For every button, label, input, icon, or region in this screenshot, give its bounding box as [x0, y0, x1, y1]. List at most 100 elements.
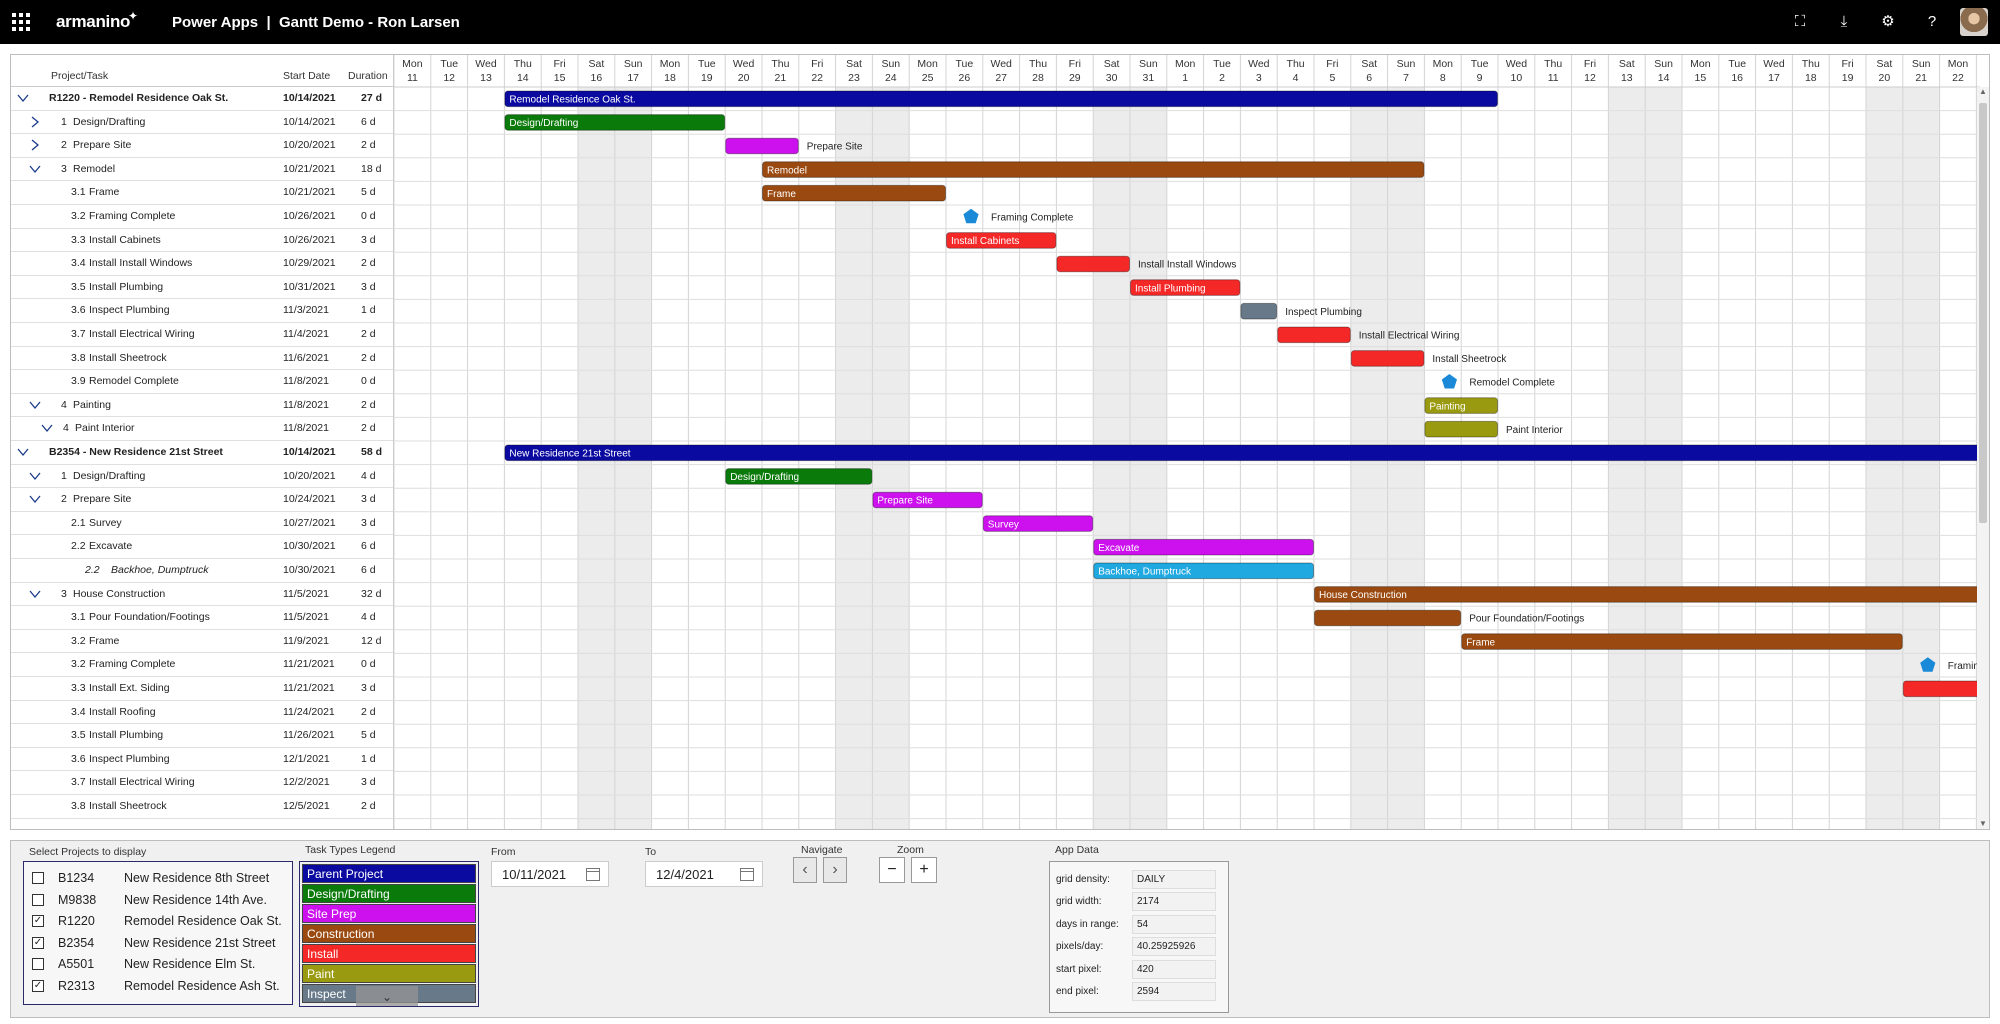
task-row[interactable]: 3.2 Framing Complete 11/21/2021 0 d — [11, 653, 393, 677]
task-number: 1 — [61, 115, 67, 128]
task-row[interactable]: 2.2 Excavate 10/30/2021 6 d — [11, 535, 393, 559]
chevron-right-icon[interactable] — [29, 139, 41, 151]
scroll-down-icon[interactable]: ▼ — [1977, 819, 1989, 829]
task-row[interactable]: 4 Painting 11/8/2021 2 d — [11, 394, 393, 418]
app-data-value[interactable]: 420 — [1132, 959, 1216, 979]
task-bar[interactable] — [1461, 633, 1903, 650]
task-bar[interactable] — [1314, 609, 1462, 627]
chevron-down-icon[interactable] — [29, 399, 41, 411]
task-row[interactable]: 1 Design/Drafting 10/14/2021 6 d — [11, 111, 393, 135]
task-row[interactable]: 3.8 Install Sheetrock 12/5/2021 2 d — [11, 795, 393, 819]
project-option[interactable]: ✓ R2313 Remodel Residence Ash St. — [24, 976, 292, 998]
task-row[interactable]: 3.3 Install Cabinets 10/26/2021 3 d — [11, 229, 393, 253]
day-of-week-label: Wed — [990, 58, 1012, 70]
task-row[interactable]: 3.2 Frame 11/9/2021 12 d — [11, 630, 393, 654]
milestone-pentagon-icon[interactable] — [963, 208, 979, 224]
navigate-back-button[interactable]: ‹ — [793, 857, 817, 883]
task-row[interactable]: B2354 - New Residence 21st Street 10/14/2… — [11, 441, 393, 465]
task-row[interactable]: R1220 - Remodel Residence Oak St. 10/14/2… — [11, 87, 393, 111]
task-bar[interactable] — [1056, 255, 1131, 273]
task-row[interactable]: 4 Paint Interior 11/8/2021 2 d — [11, 417, 393, 441]
column-header-start[interactable]: Start Date — [283, 70, 330, 82]
chevron-down-icon[interactable] — [17, 446, 29, 458]
task-bar[interactable] — [504, 444, 1980, 462]
app-launcher-icon[interactable] — [12, 13, 30, 31]
project-option[interactable]: ✓ B2354 New Residence 21st Street — [24, 933, 292, 955]
zoom-out-button[interactable]: − — [879, 857, 905, 883]
avatar[interactable] — [1960, 8, 1988, 36]
scrollbar-thumb[interactable] — [1979, 103, 1987, 523]
task-row[interactable]: 3 House Construction 11/5/2021 32 d — [11, 583, 393, 607]
task-bar[interactable] — [504, 90, 1498, 108]
chevron-down-icon[interactable] — [29, 470, 41, 482]
task-row[interactable]: 3.4 Install Install Windows 10/29/2021 2 d — [11, 252, 393, 276]
task-row[interactable]: 3.1 Pour Foundation/Footings 11/5/2021 4 d — [11, 606, 393, 630]
app-data-value[interactable]: 54 — [1132, 914, 1216, 934]
task-bar[interactable] — [1350, 350, 1425, 367]
chevron-down-icon[interactable] — [29, 588, 41, 600]
project-option[interactable]: A5501 New Residence Elm St. — [24, 954, 292, 976]
calendar-icon[interactable] — [586, 868, 600, 881]
milestone-pentagon-icon[interactable] — [1441, 374, 1457, 389]
task-bar[interactable] — [725, 137, 799, 155]
project-option[interactable]: ✓ R1220 Remodel Residence Oak St. — [24, 911, 292, 933]
app-data-value[interactable]: 2594 — [1132, 982, 1216, 1001]
task-row[interactable]: 3.7 Install Electrical Wiring 11/4/2021 2 d — [11, 323, 393, 347]
project-checkbox[interactable]: ✓ — [32, 936, 44, 949]
task-row[interactable]: 2.1 Survey 10/27/2021 3 d — [11, 512, 393, 536]
task-bar[interactable] — [1424, 420, 1499, 438]
task-bar[interactable] — [1277, 326, 1351, 344]
task-row[interactable]: 3.9 Remodel Complete 11/8/2021 0 d — [11, 370, 393, 394]
calendar-icon[interactable] — [740, 868, 754, 881]
vertical-scrollbar[interactable]: ▲ ▼ — [1977, 87, 1989, 829]
navigate-forward-button[interactable]: › — [823, 857, 847, 883]
task-row[interactable]: 3.5 Install Plumbing 10/31/2021 3 d — [11, 276, 393, 300]
project-checkbox[interactable]: ✓ — [32, 915, 44, 928]
project-checkbox[interactable]: ✓ — [32, 980, 44, 992]
task-row[interactable]: 2 Prepare Site 10/24/2021 3 d — [11, 488, 393, 512]
app-data-value[interactable]: 2174 — [1132, 892, 1216, 912]
task-bar[interactable] — [1902, 680, 1980, 698]
zoom-in-button[interactable]: + — [911, 857, 937, 883]
day-of-week-label: Fri — [811, 58, 823, 70]
from-date-picker[interactable]: 10/11/2021 — [491, 861, 609, 887]
task-row[interactable]: 3.5 Install Plumbing 11/26/2021 5 d — [11, 724, 393, 748]
task-row[interactable]: 3.2 Framing Complete 10/26/2021 0 d — [11, 205, 393, 229]
project-checkbox[interactable] — [32, 958, 44, 971]
project-option[interactable]: M9838 New Residence 14th Ave. — [24, 890, 292, 912]
download-icon[interactable]: ⤓ — [1822, 8, 1866, 36]
project-checkbox[interactable] — [32, 872, 44, 884]
legend-scroll-down-icon[interactable]: ⌄ — [356, 986, 418, 1006]
app-data-value[interactable]: DAILY — [1132, 870, 1216, 889]
chevron-down-icon[interactable] — [29, 493, 41, 505]
task-bar[interactable] — [1314, 586, 1980, 603]
column-header-duration[interactable]: Duration — [348, 70, 388, 82]
to-date-picker[interactable]: 12/4/2021 — [645, 861, 763, 887]
project-option[interactable]: B1234 New Residence 8th Street — [24, 868, 292, 890]
task-row[interactable]: 3.1 Frame 10/21/2021 5 d — [11, 181, 393, 205]
chevron-down-icon[interactable] — [41, 422, 53, 434]
chevron-down-icon[interactable] — [17, 92, 29, 104]
day-of-week-label: Wed — [1763, 58, 1785, 70]
task-row[interactable]: 3.3 Install Ext. Siding 11/21/2021 3 d — [11, 677, 393, 701]
chevron-right-icon[interactable] — [29, 116, 41, 128]
chevron-down-icon[interactable] — [29, 163, 41, 175]
task-row[interactable]: 3.8 Install Sheetrock 11/6/2021 2 d — [11, 347, 393, 371]
help-icon[interactable]: ? — [1910, 8, 1954, 36]
task-row[interactable]: 1 Design/Drafting 10/20/2021 4 d — [11, 465, 393, 489]
app-data-value[interactable]: 40.25925926 — [1132, 937, 1216, 957]
task-row[interactable]: 3.6 Inspect Plumbing 11/3/2021 1 d — [11, 299, 393, 323]
task-row[interactable]: 3.7 Install Electrical Wiring 12/2/2021 3 d — [11, 771, 393, 795]
task-bar[interactable] — [1240, 302, 1278, 320]
scroll-up-icon[interactable]: ▲ — [1977, 87, 1989, 99]
task-row[interactable]: 3.4 Install Roofing 11/24/2021 2 d — [11, 701, 393, 725]
task-row[interactable]: 3.6 Inspect Plumbing 12/1/2021 1 d — [11, 748, 393, 772]
column-header-task[interactable]: Project/Task — [51, 70, 108, 82]
project-checkbox[interactable] — [32, 893, 44, 906]
task-row[interactable]: 2 Prepare Site 10/20/2021 2 d — [11, 134, 393, 158]
task-row[interactable]: 3 Remodel 10/21/2021 18 d — [11, 158, 393, 182]
settings-icon[interactable]: ⚙ — [1866, 8, 1910, 36]
fit-screen-icon[interactable]: ⛶ — [1778, 8, 1822, 36]
task-bar[interactable] — [762, 161, 1425, 178]
task-row[interactable]: 2.2 Backhoe, Dumptruck 10/30/2021 6 d — [11, 559, 393, 583]
